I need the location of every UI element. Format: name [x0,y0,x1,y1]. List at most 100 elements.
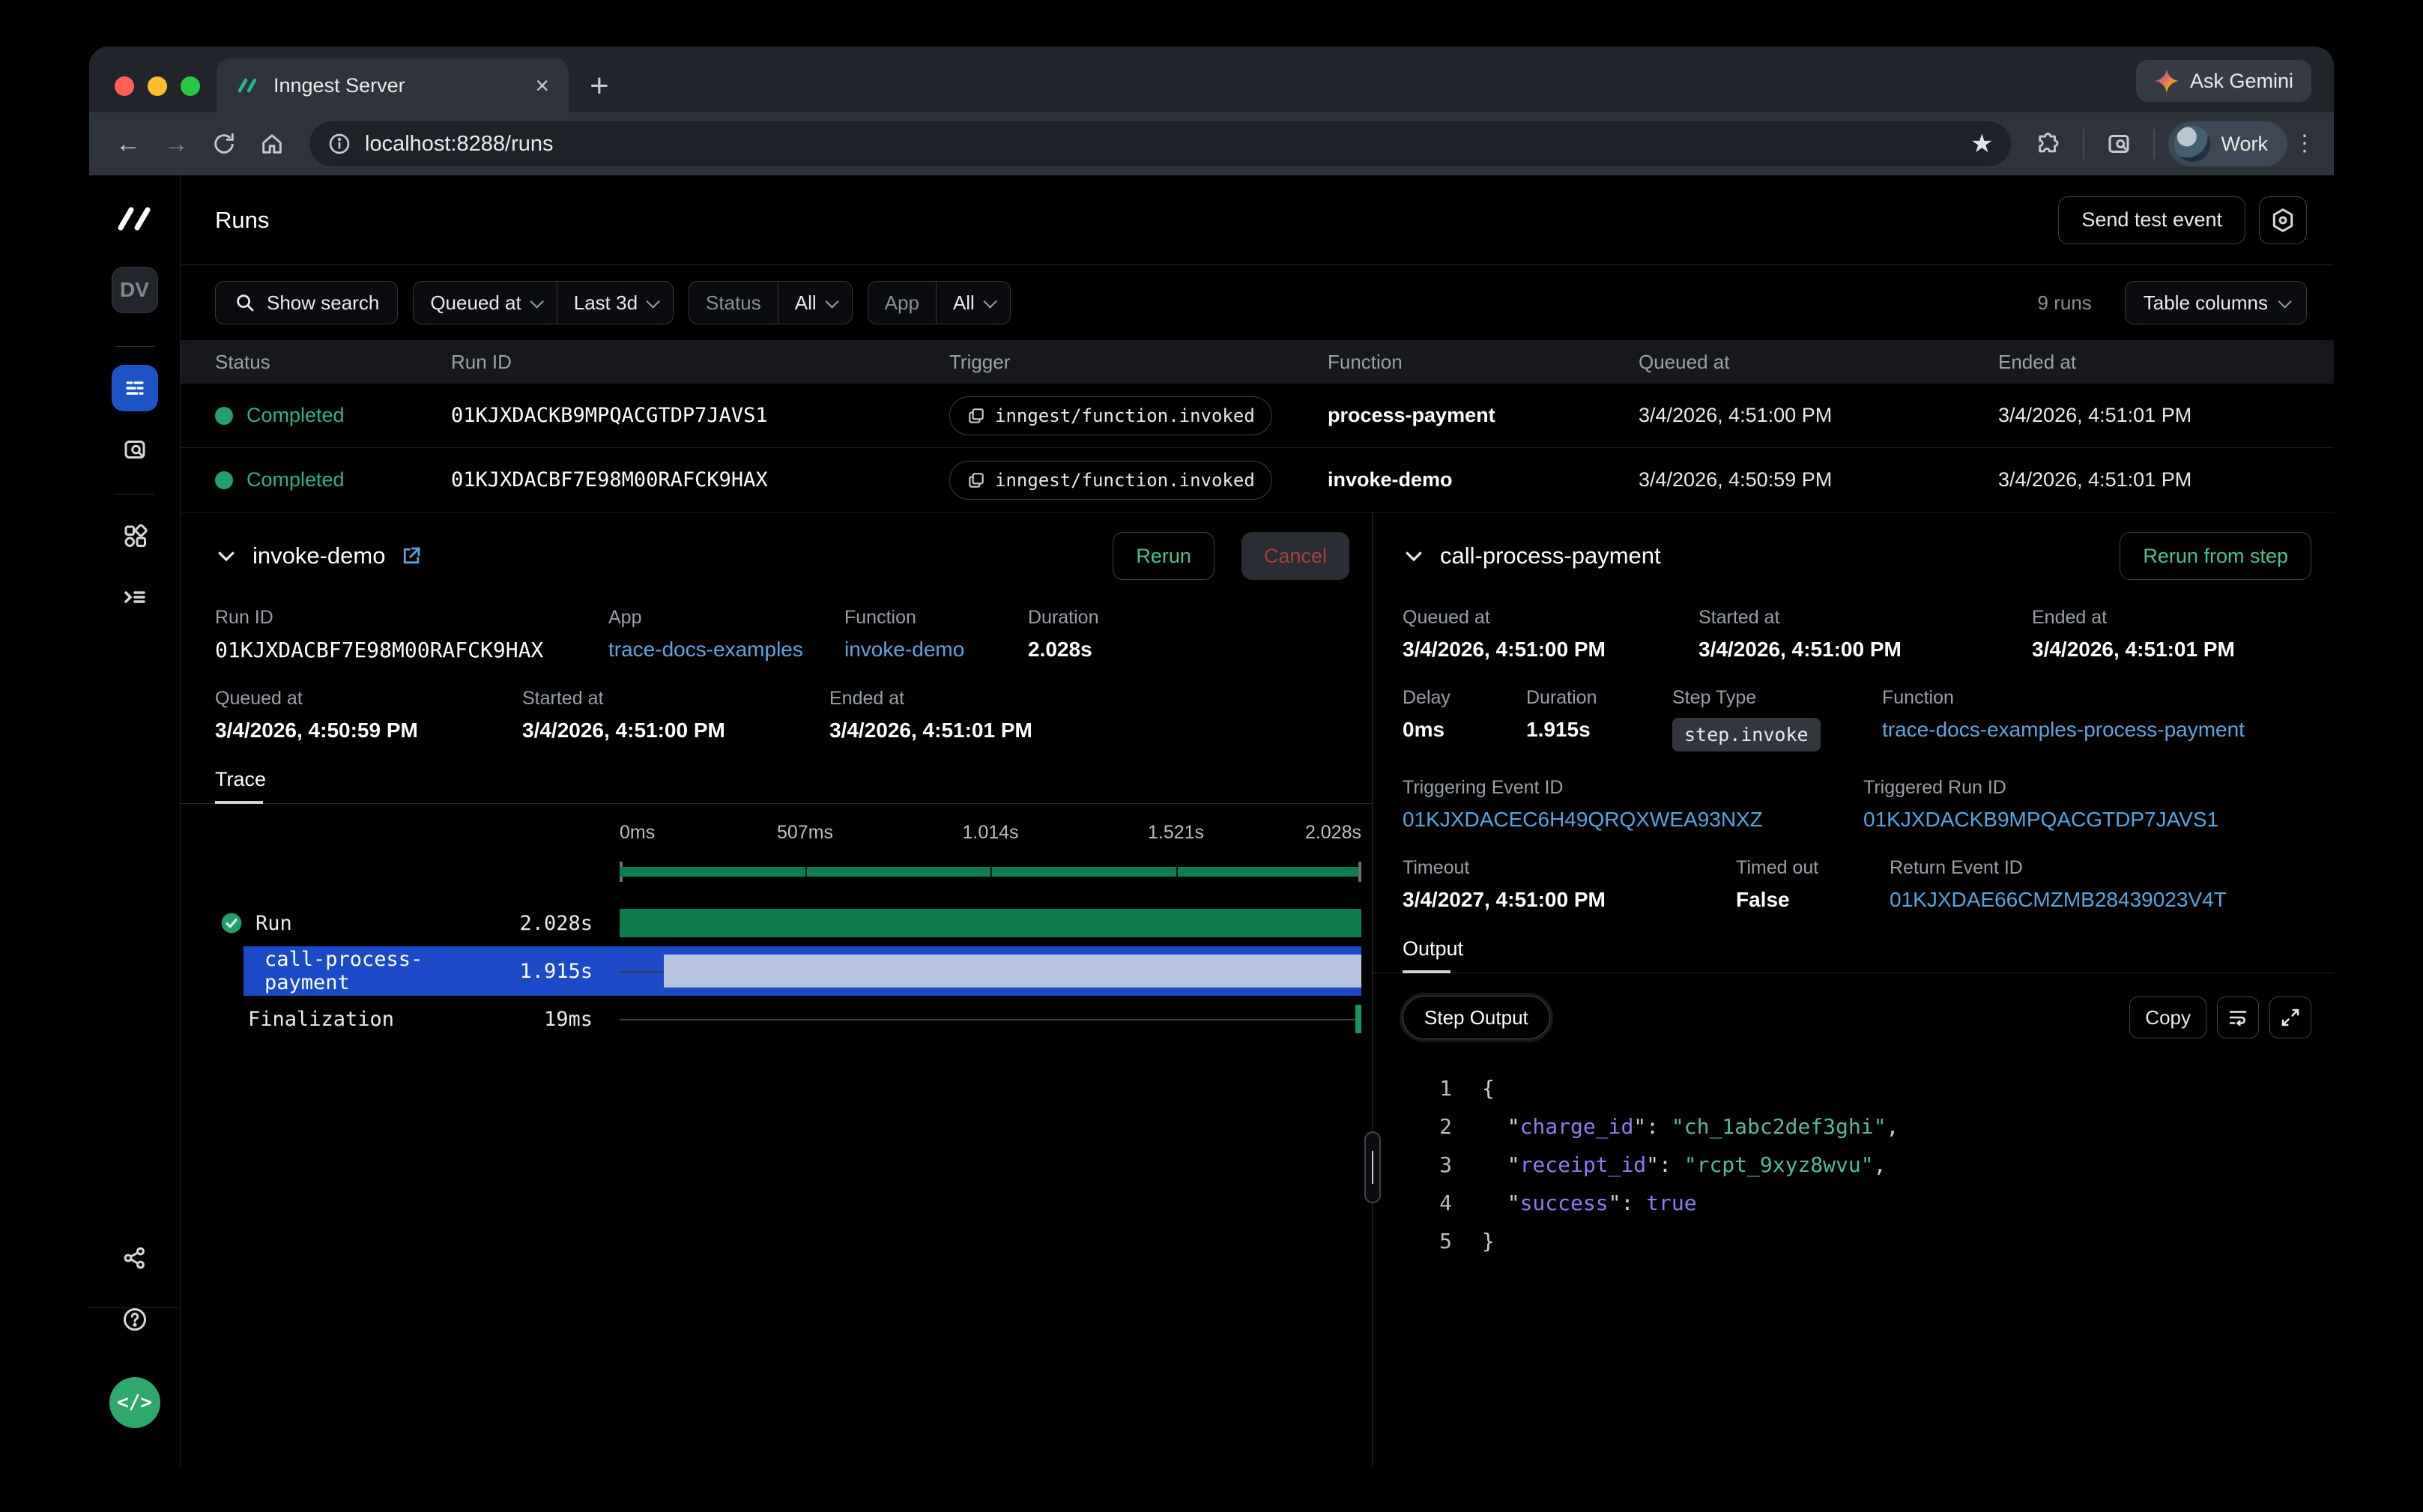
inngest-favicon-icon [236,75,260,96]
back-button[interactable]: ← [107,123,149,165]
code-line: 2 "charge_id": "ch_1abc2def3ghi", [1403,1107,2334,1146]
settings-button[interactable] [2259,196,2307,244]
check-circle-icon [220,911,243,935]
pane-resize-handle[interactable] [1364,1131,1381,1203]
sidebar-item-runs[interactable] [112,365,158,411]
copy-button[interactable]: Copy [2129,997,2206,1038]
sidebar-divider [115,346,154,347]
trace-span-run[interactable]: Run 2.028s [215,900,1361,946]
status-cell: Completed [215,404,451,427]
step-detail-header: call-process-payment Rerun from step [1403,532,2334,580]
triggered-run-id-link[interactable]: 01KJXDACKB9MPQACGTDP7JAVS1 [1863,808,2311,832]
timed-out-value: False [1736,888,1890,912]
code-text: "receipt_id": "rcpt_9xyz8wvu", [1482,1146,1886,1184]
tab-output[interactable]: Output [1403,937,1463,973]
function-link[interactable]: invoke-demo [844,638,1028,662]
column-status: Status [215,351,451,374]
show-search-button[interactable]: Show search [215,281,398,324]
time-range-value: Last 3d [574,291,638,315]
dev-mode-button[interactable]: </> [109,1377,160,1428]
external-link-icon[interactable] [400,545,423,567]
time-field-dropdown[interactable]: Queued at [414,282,556,324]
field-label: Triggering Event ID [1403,777,1863,799]
time-filter: Queued at Last 3d [413,281,674,324]
home-button[interactable] [251,123,293,165]
collapse-chevron-icon[interactable] [215,545,238,567]
status-filter-dropdown[interactable]: All [778,282,852,324]
app-filter: App All [868,281,1011,324]
code-text: "success": true [1482,1184,1697,1222]
rerun-button[interactable]: Rerun [1113,532,1214,580]
app-sidebar: DV [89,175,181,1467]
ask-gemini-button[interactable]: Ask Gemini [2136,60,2311,102]
expand-button[interactable] [2269,997,2311,1038]
app-link[interactable]: trace-docs-examples [608,638,844,662]
browser-menu-icon[interactable]: ⋮ [2293,139,2316,149]
bookmark-star-icon[interactable]: ★ [1970,129,1993,159]
trace-span-call-process-payment[interactable]: call-process-payment 1.915s [243,946,1361,996]
page-title: Runs [215,207,2058,234]
tab-trace[interactable]: Trace [215,768,266,803]
toolbar-divider [2153,129,2155,159]
column-queued-at: Queued at [1639,351,1998,374]
tab-close-icon[interactable]: × [535,73,549,97]
column-trigger: Trigger [949,351,1328,374]
step-fields-row-4: Timeout 3/4/2027, 4:51:00 PM Timed out F… [1403,857,2334,912]
close-window-button[interactable] [115,76,134,96]
tab-search-icon[interactable] [2098,123,2140,165]
traffic-lights [115,76,200,96]
new-tab-button[interactable]: + [590,67,609,112]
sidebar-item-apps[interactable] [112,512,158,559]
timeout-value: 3/4/2027, 4:51:00 PM [1403,888,1736,912]
duration-value: 2.028s [1028,638,1349,662]
return-event-id-link[interactable]: 01KJXDAE66CMZMB28439023V4T [1890,888,2311,912]
span-duration: 1.915s [519,960,612,983]
table-row[interactable]: Completed 01KJXDACBF7E98M00RAFCK9HAX inn… [181,448,2334,512]
table-row[interactable]: Completed 01KJXDACKB9MPQACGTDP7JAVS1 inn… [181,384,2334,448]
zoom-window-button[interactable] [181,76,200,96]
cancel-button[interactable]: Cancel [1241,532,1349,580]
rerun-from-step-button[interactable]: Rerun from step [2120,532,2311,580]
reload-button[interactable] [203,123,245,165]
output-code[interactable]: 1{2 "charge_id": "ch_1abc2def3ghi",3 "re… [1403,1069,2334,1260]
sidebar-item-terminal[interactable] [112,574,158,620]
share-icon[interactable] [112,1235,158,1281]
triggering-event-id-link[interactable]: 01KJXDACEC6H49QRQXWEA93NXZ [1403,808,1863,832]
table-columns-button[interactable]: Table columns [2125,281,2307,324]
run-title: invoke-demo [252,542,385,569]
trigger-badge[interactable]: inngest/function.invoked [949,396,1272,435]
forward-button[interactable]: → [155,123,197,165]
send-test-event-button[interactable]: Send test event [2058,196,2245,244]
help-icon[interactable] [112,1296,158,1343]
app-filter-label: App [868,282,936,324]
step-fields-row-2: Delay 0ms Duration 1.915s Step Type step… [1403,687,2334,752]
app-avatar-badge[interactable]: DV [112,267,158,313]
step-ended-at: 3/4/2026, 4:51:01 PM [2032,638,2311,662]
minimize-window-button[interactable] [148,76,167,96]
code-text: } [1482,1222,1495,1260]
field-label: Ended at [2032,607,2311,629]
step-function-link[interactable]: trace-docs-examples-process-payment [1882,718,2311,742]
app-filter-dropdown[interactable]: All [936,282,1010,324]
word-wrap-button[interactable] [2217,997,2259,1038]
site-info-icon[interactable] [327,132,351,156]
address-bar[interactable]: localhost:8288/runs ★ [309,121,2011,166]
timeline-overview[interactable] [620,859,1361,885]
field-label: Queued at [215,688,522,710]
step-output-pill[interactable]: Step Output [1403,996,1550,1039]
trace-span-finalization[interactable]: Finalization 19ms [215,996,1361,1042]
browser-tab[interactable]: Inngest Server × [217,58,569,112]
profile-button[interactable]: Work [2168,121,2287,166]
run-id: 01KJXDACKB9MPQACGTDP7JAVS1 [451,404,949,427]
run-fields-row-2: Queued at 3/4/2026, 4:50:59 PM Started a… [215,688,1372,743]
collapse-chevron-icon[interactable] [1403,545,1425,567]
extensions-icon[interactable] [2027,123,2069,165]
column-run-id: Run ID [451,351,949,374]
trigger-badge[interactable]: inngest/function.invoked [949,461,1272,500]
queued-at-value: 3/4/2026, 4:50:59 PM [1639,468,1998,492]
sidebar-item-events[interactable] [112,426,158,473]
time-range-dropdown[interactable]: Last 3d [557,282,673,324]
code-line: 4 "success": true [1403,1184,2334,1222]
page-header: Runs Send test event [181,175,2334,265]
run-detail-header: invoke-demo Rerun Cancel [215,532,1372,580]
